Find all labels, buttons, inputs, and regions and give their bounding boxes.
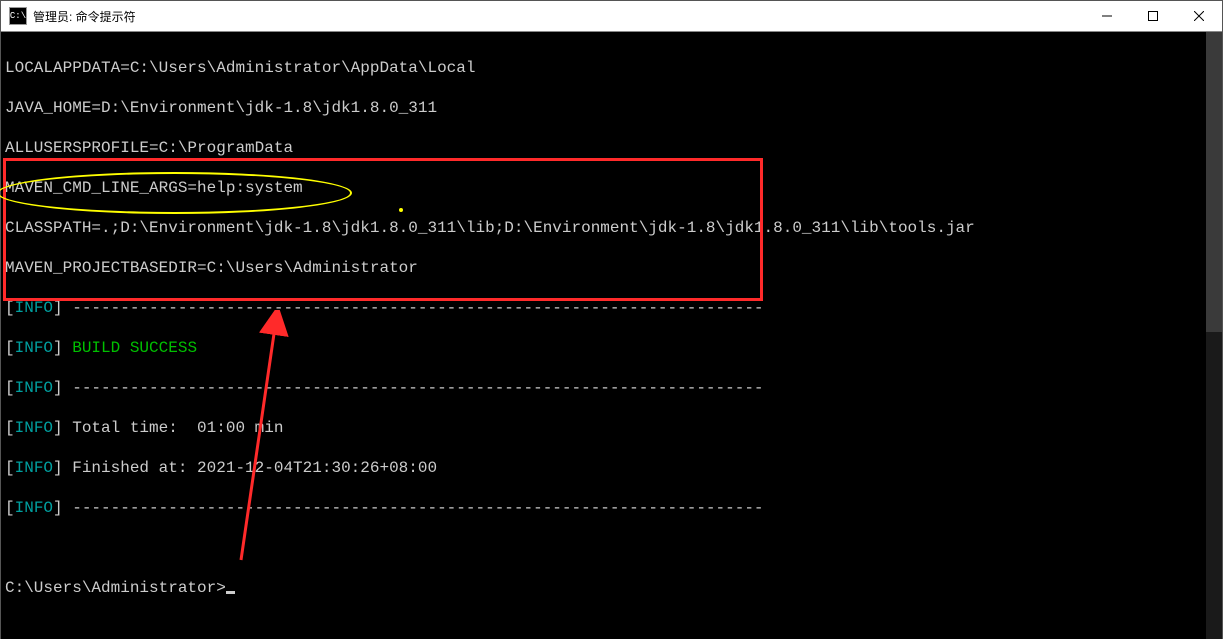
maven-finished-at-line: [INFO] Finished at: 2021-12-04T21:30:26+… [5, 458, 1218, 478]
titlebar[interactable]: C:\ 管理员: 命令提示符 [1, 1, 1222, 32]
scrollbar[interactable] [1206, 32, 1222, 639]
maven-info-line: [INFO] ---------------------------------… [5, 498, 1218, 518]
maven-total-time-line: [INFO] Total time: 01:00 min [5, 418, 1218, 438]
prompt-line: C:\Users\Administrator> [5, 578, 1218, 598]
annotation-yellow-dot [399, 208, 403, 212]
window-frame: C:\ 管理员: 命令提示符 LOCALAPPDATA=C:\Users\Adm… [0, 0, 1223, 639]
maximize-button[interactable] [1130, 1, 1176, 31]
env-line: LOCALAPPDATA=C:\Users\Administrator\AppD… [5, 58, 1218, 78]
close-icon [1194, 11, 1204, 21]
minimize-icon [1102, 11, 1112, 21]
window-title: 管理员: 命令提示符 [33, 8, 136, 25]
cursor [226, 591, 235, 594]
terminal-output[interactable]: LOCALAPPDATA=C:\Users\Administrator\AppD… [1, 32, 1222, 639]
env-line: JAVA_HOME=D:\Environment\jdk-1.8\jdk1.8.… [5, 98, 1218, 118]
app-icon: C:\ [9, 7, 27, 25]
env-line: ALLUSERSPROFILE=C:\ProgramData [5, 138, 1218, 158]
minimize-button[interactable] [1084, 1, 1130, 31]
maven-build-success-line: [INFO] BUILD SUCCESS [5, 338, 1218, 358]
maven-info-line: [INFO] ---------------------------------… [5, 378, 1218, 398]
annotation-red-arrow [231, 310, 291, 570]
close-button[interactable] [1176, 1, 1222, 31]
annotation-yellow-ellipse [0, 172, 352, 214]
blank-line [5, 538, 1218, 558]
maven-info-line: [INFO] ---------------------------------… [5, 298, 1218, 318]
scrollbar-thumb[interactable] [1206, 32, 1222, 332]
maximize-icon [1148, 11, 1158, 21]
